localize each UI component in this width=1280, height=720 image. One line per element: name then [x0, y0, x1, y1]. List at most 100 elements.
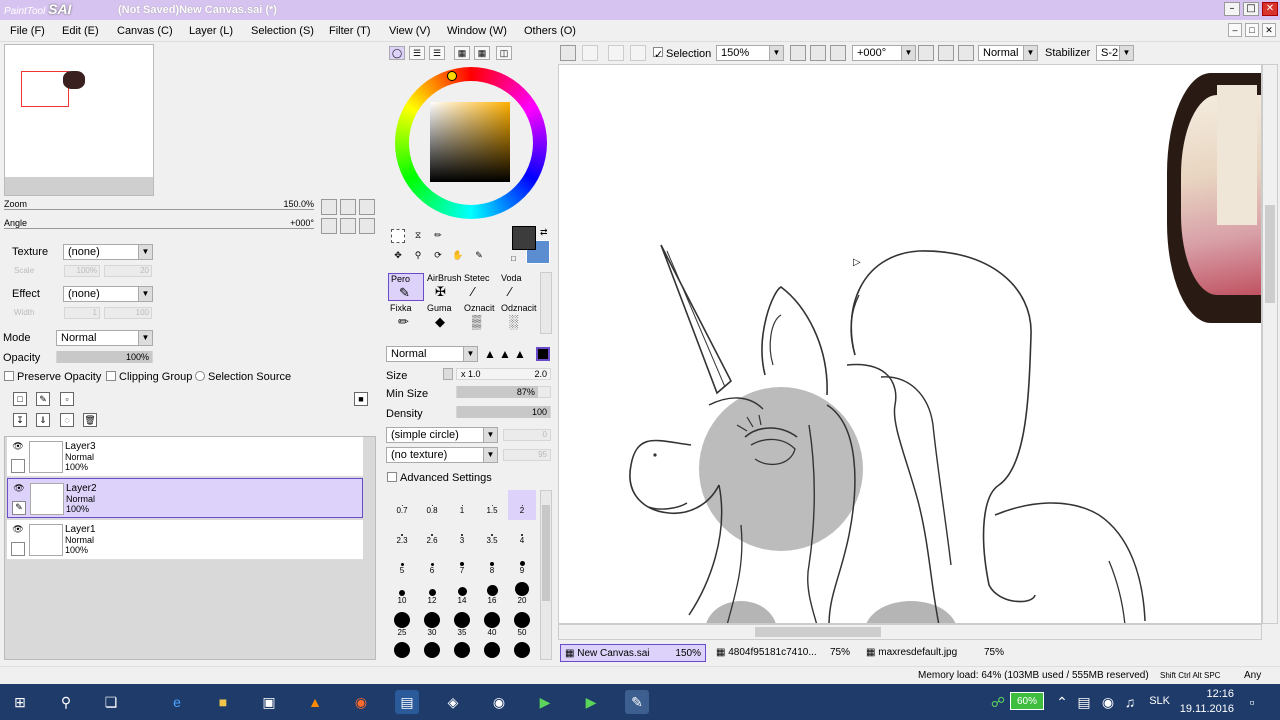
scale-amount[interactable]: 20	[104, 265, 152, 277]
brush-slot-guma[interactable]: Guma ◆	[425, 303, 461, 331]
store-icon[interactable]: ▣	[257, 690, 281, 714]
size-grid-scrollbar[interactable]	[540, 490, 552, 660]
canvas-vertical-scrollbar[interactable]	[1262, 64, 1278, 624]
battery-indicator[interactable]: 60%	[1010, 692, 1044, 710]
new-linework-layer-icon[interactable]: ✎	[36, 392, 50, 406]
shape-strength-slider[interactable]: 0	[503, 429, 551, 441]
brush-size-preset[interactable]: 8	[478, 550, 506, 580]
eyedropper-icon[interactable]: ✎	[472, 249, 486, 263]
lock-toggle[interactable]	[11, 459, 25, 473]
brush-size-preset[interactable]: 16	[478, 580, 506, 610]
layer-list[interactable]: 👁 Layer3 Normal 100% 👁 ✎ Layer2 Normal 1…	[4, 436, 376, 660]
canvas-angle-dropdown[interactable]: +000° ▼	[852, 45, 916, 61]
network-icon[interactable]: ▤	[1072, 690, 1096, 714]
brush-shape-round-icon[interactable]: ▲	[484, 347, 496, 361]
rotate-right-button[interactable]	[340, 218, 356, 234]
brush-size-preset[interactable]: 35	[448, 610, 476, 640]
brush-size-preset[interactable]: 0.7	[388, 490, 416, 520]
show-hidden-icons-icon[interactable]: ⌃	[1050, 690, 1074, 714]
clipping-group-checkbox[interactable]: Clipping Group	[106, 371, 192, 383]
brush-size-preset[interactable]: 2.6	[418, 520, 446, 550]
redo-icon[interactable]	[582, 45, 598, 61]
brush-blend-dropdown[interactable]: Normal ▼	[386, 346, 478, 362]
brush-size-preset[interactable]: 20	[508, 580, 536, 610]
steam-icon[interactable]: ◉	[487, 690, 511, 714]
search-icon[interactable]: ⚲	[54, 690, 78, 714]
angle-slider[interactable]: Angle +000°	[4, 218, 314, 232]
scratchpad-tab-icon[interactable]: ▦	[474, 46, 490, 60]
brush-slot-stetec[interactable]: Stetec ∕	[462, 273, 498, 301]
brush-size-preset[interactable]: 3.5	[478, 520, 506, 550]
transparent-color-icon[interactable]: □	[511, 254, 516, 263]
delete-layer-icon[interactable]: 🗑	[83, 413, 97, 427]
texture-strength-slider[interactable]: 95	[503, 449, 551, 461]
menu-layer[interactable]: Layer (L)	[189, 25, 233, 37]
layer-mask-icon[interactable]: ■	[354, 392, 368, 406]
brush-size-preset[interactable]: 40	[478, 610, 506, 640]
mdi-minimize-button[interactable]: –	[1228, 23, 1242, 37]
file-explorer-icon[interactable]: ■	[211, 690, 235, 714]
brush-slot-fixka[interactable]: Fixka ✏	[388, 303, 424, 331]
brush-size-preset[interactable]: 4	[508, 520, 536, 550]
menu-filter[interactable]: Filter (T)	[329, 25, 371, 37]
zoom-slider[interactable]: Zoom 150.0%	[4, 199, 314, 213]
wifi-icon[interactable]: ◉	[1096, 690, 1120, 714]
brush-size-preset[interactable]: 2	[508, 490, 536, 520]
invert-selection-icon[interactable]	[630, 45, 646, 61]
brush-size-preset[interactable]: 1	[448, 490, 476, 520]
menu-window[interactable]: Window (W)	[447, 25, 507, 37]
layer-item[interactable]: 👁 Layer3 Normal 100%	[7, 437, 363, 477]
menu-view[interactable]: View (V)	[389, 25, 430, 37]
navigator-preview[interactable]	[4, 44, 154, 196]
clock[interactable]: 12:16 19.11.2016	[1180, 687, 1234, 717]
brush-size-preset[interactable]: 12	[418, 580, 446, 610]
rotate-cw-icon[interactable]	[938, 45, 954, 61]
texture-dropdown[interactable]: (none) ▼	[63, 244, 153, 260]
rotate-icon[interactable]: ⟳	[431, 249, 445, 263]
brush-texture-dropdown[interactable]: (no texture) ▼	[386, 447, 498, 463]
brush-shape-flat-icon[interactable]: ▲	[514, 347, 526, 361]
brush-size-preset[interactable]: 2.3	[388, 520, 416, 550]
rotate-reset-button[interactable]	[359, 218, 375, 234]
zoom-in-button[interactable]	[340, 199, 356, 215]
lock-toggle[interactable]	[11, 542, 25, 556]
rotate-left-button[interactable]	[321, 218, 337, 234]
brush-slot-voda[interactable]: Voda ∕	[499, 273, 535, 301]
color-wheel[interactable]	[395, 67, 547, 219]
brush-shape-soft-icon[interactable]: ▲	[499, 347, 511, 361]
stabilizer-dropdown[interactable]: S-2 ▼	[1096, 45, 1134, 61]
zoom-reset-button[interactable]	[359, 199, 375, 215]
maximize-button[interactable]: □	[1243, 2, 1259, 16]
transfer-down-icon[interactable]: ↧	[13, 413, 27, 427]
canvas-horizontal-scrollbar[interactable]	[558, 624, 1262, 640]
close-button[interactable]: ✕	[1262, 2, 1278, 16]
doc-tab[interactable]: ▦ New Canvas.sai 150%	[560, 644, 706, 662]
brush-slot-odznacit[interactable]: Odznacit ░	[499, 303, 537, 331]
selection-source-radio[interactable]: Selection Source	[195, 371, 291, 383]
doc-tab[interactable]: ▦ 4804f95181c7410... 75%	[712, 644, 852, 662]
brush-size-preset[interactable]: 7	[448, 550, 476, 580]
new-folder-icon[interactable]: ▫	[60, 392, 74, 406]
brush-slot-airbrush[interactable]: AirBrush ✠	[425, 273, 462, 301]
eye-icon[interactable]: 👁	[11, 441, 25, 455]
language-indicator[interactable]: SLK	[1149, 695, 1170, 707]
mdi-restore-button[interactable]: □	[1245, 23, 1259, 37]
color-history-tab-icon[interactable]: ◫	[496, 46, 512, 60]
doc-tab[interactable]: ▦ maxresdefault.jpg 75%	[862, 644, 1006, 662]
canvas-blend-dropdown[interactable]: Normal ▼	[978, 45, 1038, 61]
hsv-slider-tab-icon[interactable]: ☰	[429, 46, 445, 60]
hand-icon[interactable]: ✋	[451, 249, 465, 263]
brush-size-preset[interactable]: 14	[448, 580, 476, 610]
brush-size-preset[interactable]: 3	[448, 520, 476, 550]
menu-others[interactable]: Others (O)	[524, 25, 576, 37]
brush-slot-pero[interactable]: Pero ✎	[388, 273, 424, 301]
brush-size-preset[interactable]: 6	[418, 550, 446, 580]
magic-wand-icon[interactable]: ✏	[431, 229, 445, 243]
swap-colors-icon[interactable]: ⇄	[540, 227, 548, 238]
preserve-opacity-checkbox[interactable]: Preserve Opacity	[4, 371, 101, 383]
painttool-sai-icon[interactable]: ✎	[625, 690, 649, 714]
app-window-icon[interactable]: ▤	[395, 690, 419, 714]
zoom-fit-icon[interactable]	[830, 45, 846, 61]
minimize-button[interactable]: –	[1224, 2, 1240, 16]
new-layer-icon[interactable]: □	[13, 392, 27, 406]
